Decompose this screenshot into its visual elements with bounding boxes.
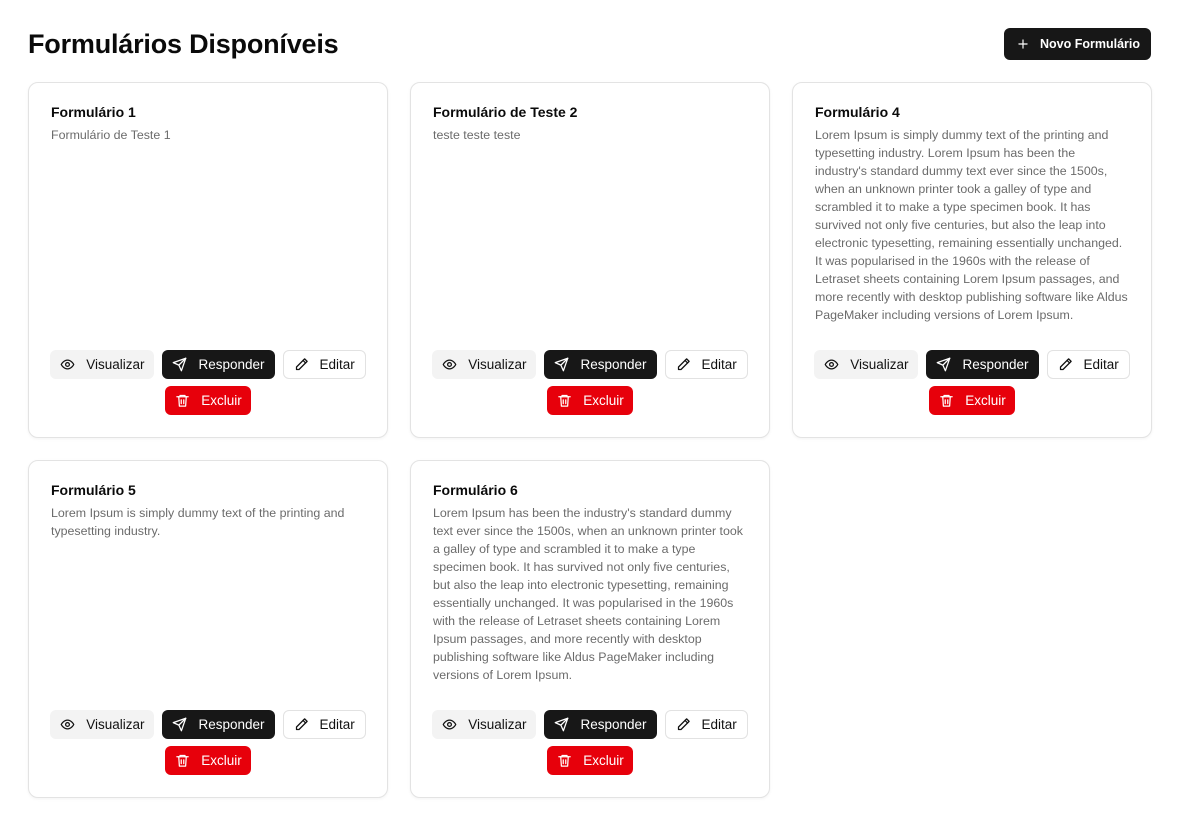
delete-button[interactable]: Excluir bbox=[547, 746, 633, 775]
reply-button-label: Responder bbox=[962, 357, 1029, 372]
form-card-actions: Visualizar Responder Editar Excluir bbox=[29, 710, 387, 775]
edit-button[interactable]: Editar bbox=[282, 710, 366, 739]
edit-button-label: Editar bbox=[1083, 357, 1119, 372]
delete-button-label: Excluir bbox=[583, 393, 624, 408]
reply-button[interactable]: Responder bbox=[162, 350, 275, 379]
reply-button-label: Responder bbox=[198, 357, 265, 372]
form-card-title: Formulário 1 bbox=[51, 104, 136, 120]
delete-button-label: Excluir bbox=[965, 393, 1006, 408]
reply-button-label: Responder bbox=[580, 717, 647, 732]
edit-button[interactable]: Editar bbox=[664, 710, 748, 739]
view-button[interactable]: Visualizar bbox=[50, 710, 155, 739]
new-form-button-label: Novo Formulário bbox=[1039, 37, 1140, 51]
eye-icon bbox=[824, 359, 839, 370]
send-icon bbox=[173, 357, 187, 372]
edit-button-label: Editar bbox=[701, 717, 737, 732]
form-card-actions: Visualizar Responder Editar Excluir bbox=[411, 710, 769, 775]
form-card-title: Formulário 5 bbox=[51, 482, 136, 498]
form-card-description: Lorem Ipsum has been the industry's stan… bbox=[433, 506, 743, 682]
form-card-action-row: Visualizar Responder Editar bbox=[432, 710, 748, 739]
view-button[interactable]: Visualizar bbox=[432, 350, 537, 379]
delete-button[interactable]: Excluir bbox=[165, 386, 251, 415]
pencil-icon bbox=[677, 718, 690, 731]
form-card-description: Formulário de Teste 1 bbox=[51, 128, 171, 142]
send-icon bbox=[555, 357, 569, 372]
view-button-label: Visualizar bbox=[468, 357, 527, 372]
eye-icon bbox=[442, 359, 457, 370]
form-card-actions: Visualizar Responder Editar Excluir bbox=[29, 350, 387, 415]
form-card-title: Formulário 4 bbox=[815, 104, 900, 120]
form-card: Formulário 6 Lorem Ipsum has been the in… bbox=[410, 460, 770, 798]
form-card: Formulário 4 Lorem Ipsum is simply dummy… bbox=[792, 82, 1152, 438]
view-button[interactable]: Visualizar bbox=[432, 710, 537, 739]
forms-grid: Formulário 1 Formulário de Teste 1 Visua… bbox=[28, 82, 1152, 798]
edit-button-label: Editar bbox=[319, 357, 355, 372]
edit-button-label: Editar bbox=[701, 357, 737, 372]
view-button[interactable]: Visualizar bbox=[50, 350, 155, 379]
send-icon bbox=[173, 717, 187, 732]
edit-button[interactable]: Editar bbox=[282, 350, 366, 379]
view-button-label: Visualizar bbox=[86, 357, 145, 372]
trash-icon bbox=[176, 394, 189, 407]
form-card: Formulário 5 Lorem Ipsum is simply dummy… bbox=[28, 460, 388, 798]
form-card-action-row: Visualizar Responder Editar bbox=[50, 350, 366, 379]
new-form-button[interactable]: Novo Formulário bbox=[1003, 28, 1151, 60]
delete-button[interactable]: Excluir bbox=[929, 386, 1015, 415]
eye-icon bbox=[60, 359, 75, 370]
form-card-actions: Visualizar Responder Editar Excluir bbox=[793, 350, 1151, 415]
pencil-icon bbox=[295, 358, 308, 371]
edit-button[interactable]: Editar bbox=[1046, 350, 1130, 379]
pencil-icon bbox=[1059, 358, 1072, 371]
delete-button-label: Excluir bbox=[583, 753, 624, 768]
form-card-actions: Visualizar Responder Editar Excluir bbox=[411, 350, 769, 415]
plus-icon bbox=[1018, 39, 1028, 49]
send-icon bbox=[555, 717, 569, 732]
eye-icon bbox=[442, 719, 457, 730]
reply-button-label: Responder bbox=[580, 357, 647, 372]
delete-button-label: Excluir bbox=[201, 393, 242, 408]
form-card: Formulário de Teste 2 teste teste teste … bbox=[410, 82, 770, 438]
form-card-description: Lorem Ipsum is simply dummy text of the … bbox=[815, 128, 1128, 322]
form-card-description: Lorem Ipsum is simply dummy text of the … bbox=[51, 506, 345, 538]
view-button-label: Visualizar bbox=[86, 717, 145, 732]
reply-button[interactable]: Responder bbox=[544, 350, 657, 379]
form-card-action-row: Visualizar Responder Editar bbox=[50, 710, 366, 739]
reply-button[interactable]: Responder bbox=[926, 350, 1039, 379]
form-card-action-row: Visualizar Responder Editar bbox=[432, 350, 748, 379]
view-button-label: Visualizar bbox=[850, 357, 909, 372]
form-card-title: Formulário 6 bbox=[433, 482, 518, 498]
reply-button[interactable]: Responder bbox=[162, 710, 275, 739]
form-card-action-row: Visualizar Responder Editar bbox=[814, 350, 1130, 379]
delete-button-label: Excluir bbox=[201, 753, 242, 768]
edit-button[interactable]: Editar bbox=[664, 350, 748, 379]
form-card-title: Formulário de Teste 2 bbox=[433, 104, 578, 120]
delete-button[interactable]: Excluir bbox=[547, 386, 633, 415]
header: Formulários Disponíveis Novo Formulário bbox=[28, 28, 1151, 60]
page-title: Formulários Disponíveis bbox=[28, 29, 339, 59]
pencil-icon bbox=[295, 718, 308, 731]
trash-icon bbox=[558, 394, 571, 407]
send-icon bbox=[937, 357, 951, 372]
page: Formulários Disponíveis Novo Formulário … bbox=[0, 0, 1179, 824]
pencil-icon bbox=[677, 358, 690, 371]
delete-button[interactable]: Excluir bbox=[165, 746, 251, 775]
form-card: Formulário 1 Formulário de Teste 1 Visua… bbox=[28, 82, 388, 438]
reply-button-label: Responder bbox=[198, 717, 265, 732]
eye-icon bbox=[60, 719, 75, 730]
reply-button[interactable]: Responder bbox=[544, 710, 657, 739]
view-button-label: Visualizar bbox=[468, 717, 527, 732]
edit-button-label: Editar bbox=[319, 717, 355, 732]
form-card-description: teste teste teste bbox=[433, 128, 521, 142]
view-button[interactable]: Visualizar bbox=[814, 350, 919, 379]
trash-icon bbox=[558, 754, 571, 767]
trash-icon bbox=[940, 394, 953, 407]
trash-icon bbox=[176, 754, 189, 767]
